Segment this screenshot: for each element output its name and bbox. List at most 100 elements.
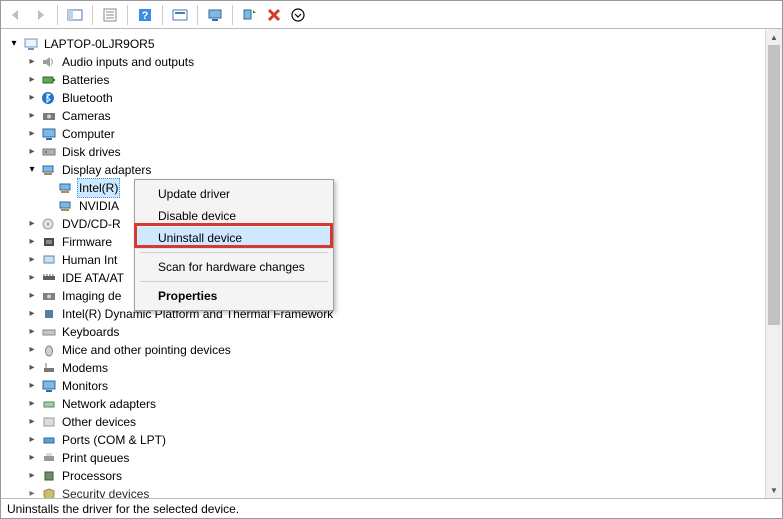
- tree-category[interactable]: ▸ Other devices: [3, 413, 782, 431]
- display-adapter-icon: [40, 162, 58, 178]
- chevron-right-icon[interactable]: ▸: [25, 271, 39, 285]
- scroll-up-icon[interactable]: ▲: [766, 29, 782, 45]
- tree-category[interactable]: ▸ Network adapters: [3, 395, 782, 413]
- bluetooth-icon: [40, 90, 58, 106]
- chevron-right-icon[interactable]: ▸: [25, 397, 39, 411]
- category-label: Network adapters: [60, 395, 158, 413]
- tree-category[interactable]: ▸ Batteries: [3, 71, 782, 89]
- chevron-right-icon[interactable]: ▸: [25, 379, 39, 393]
- remove-icon: [266, 7, 282, 23]
- remove-button[interactable]: [263, 4, 285, 26]
- tree-category[interactable]: ▸ Human Int: [3, 251, 782, 269]
- chevron-down-icon[interactable]: ▾: [25, 163, 39, 177]
- mouse-icon: [40, 342, 58, 358]
- tree-category-display-adapters[interactable]: ▾ Display adapters: [3, 161, 782, 179]
- category-label: Computer: [60, 125, 117, 143]
- ide-icon: [40, 270, 58, 286]
- tree-category[interactable]: ▸ IDE ATA/AT: [3, 269, 782, 287]
- chevron-right-icon[interactable]: ▸: [25, 415, 39, 429]
- tree-category[interactable]: ▸ Computer: [3, 125, 782, 143]
- ctx-uninstall-device[interactable]: Uninstall device: [136, 227, 332, 249]
- tree-category[interactable]: ▸ Intel(R) Dynamic Platform and Thermal …: [3, 305, 782, 323]
- port-icon: [40, 432, 58, 448]
- chevron-right-icon[interactable]: ▸: [25, 109, 39, 123]
- action-icon: [172, 7, 188, 23]
- category-label: Print queues: [60, 449, 131, 467]
- chevron-right-icon[interactable]: ▸: [25, 289, 39, 303]
- chevron-right-icon[interactable]: ▸: [25, 73, 39, 87]
- properties-button[interactable]: [99, 4, 121, 26]
- toggle-button[interactable]: [287, 4, 309, 26]
- scroll-down-icon[interactable]: ▼: [766, 482, 782, 498]
- chevron-right-icon[interactable]: ▸: [25, 325, 39, 339]
- toolbar-separator: [57, 5, 58, 25]
- chevron-right-icon[interactable]: ▸: [25, 451, 39, 465]
- ctx-separator: [140, 252, 328, 253]
- tree-category[interactable]: ▸ Cameras: [3, 107, 782, 125]
- chevron-right-icon[interactable]: ▸: [25, 487, 39, 498]
- monitor-icon: [40, 126, 58, 142]
- keyboard-icon: [40, 324, 58, 340]
- security-icon: [40, 486, 58, 498]
- tree-category[interactable]: ▸ Processors: [3, 467, 782, 485]
- tree-category[interactable]: ▸ Firmware: [3, 233, 782, 251]
- chevron-right-icon[interactable]: ▸: [25, 343, 39, 357]
- forward-button[interactable]: [29, 4, 51, 26]
- chevron-right-icon[interactable]: ▸: [25, 307, 39, 321]
- device-tree-pane: ▾ LAPTOP-0LJR9OR5 ▸ Audio inputs and out…: [1, 29, 782, 498]
- chevron-right-icon[interactable]: ▸: [25, 469, 39, 483]
- ctx-disable-device[interactable]: Disable device: [136, 205, 332, 227]
- tree-category[interactable]: ▸ Audio inputs and outputs: [3, 53, 782, 71]
- tree-category[interactable]: ▸ Ports (COM & LPT): [3, 431, 782, 449]
- category-label: Batteries: [60, 71, 111, 89]
- chevron-right-icon[interactable]: ▸: [25, 217, 39, 231]
- show-hide-tree-button[interactable]: [64, 4, 86, 26]
- remote-button[interactable]: [204, 4, 226, 26]
- category-label: Disk drives: [60, 143, 123, 161]
- toolbar-separator: [162, 5, 163, 25]
- tree-category[interactable]: ▸ Bluetooth: [3, 89, 782, 107]
- category-label: Cameras: [60, 107, 113, 125]
- chevron-right-icon[interactable]: ▸: [25, 433, 39, 447]
- other-icon: [40, 414, 58, 430]
- tree-category[interactable]: ▸ Mice and other pointing devices: [3, 341, 782, 359]
- category-label: Ports (COM & LPT): [60, 431, 168, 449]
- chevron-right-icon[interactable]: ▸: [25, 91, 39, 105]
- tree-category[interactable]: ▸ Disk drives: [3, 143, 782, 161]
- chevron-right-icon[interactable]: ▸: [25, 361, 39, 375]
- chevron-right-icon[interactable]: ▸: [25, 127, 39, 141]
- tree-device-intel[interactable]: Intel(R): [3, 179, 782, 197]
- tree-category[interactable]: ▸ Modems: [3, 359, 782, 377]
- root-label: LAPTOP-0LJR9OR5: [42, 35, 157, 53]
- printer-icon: [40, 450, 58, 466]
- firmware-icon: [40, 234, 58, 250]
- tree-category[interactable]: ▸ Imaging de: [3, 287, 782, 305]
- toolbar-separator: [232, 5, 233, 25]
- chevron-down-icon[interactable]: ▾: [7, 37, 21, 51]
- back-button[interactable]: [5, 4, 27, 26]
- ctx-update-driver[interactable]: Update driver: [136, 183, 332, 205]
- tree-root[interactable]: ▾ LAPTOP-0LJR9OR5: [3, 35, 782, 53]
- scan-button[interactable]: [239, 4, 261, 26]
- chevron-right-icon[interactable]: ▸: [25, 145, 39, 159]
- chevron-right-icon[interactable]: ▸: [25, 235, 39, 249]
- tree-category[interactable]: ▸ Print queues: [3, 449, 782, 467]
- tree-category[interactable]: ▸ DVD/CD-R: [3, 215, 782, 233]
- toolbar-separator: [197, 5, 198, 25]
- cpu-icon: [40, 468, 58, 484]
- chevron-right-icon[interactable]: ▸: [25, 55, 39, 69]
- modem-icon: [40, 360, 58, 376]
- scrollbar-thumb[interactable]: [768, 45, 780, 325]
- ctx-properties[interactable]: Properties: [136, 285, 332, 307]
- ctx-item-label: Properties: [158, 289, 217, 303]
- tree-category[interactable]: ▸ Keyboards: [3, 323, 782, 341]
- ctx-scan-hardware[interactable]: Scan for hardware changes: [136, 256, 332, 278]
- tree-category[interactable]: ▸ Monitors: [3, 377, 782, 395]
- vertical-scrollbar[interactable]: ▲ ▼: [765, 29, 782, 498]
- tree-device-nvidia[interactable]: NVIDIA: [3, 197, 782, 215]
- help-button[interactable]: ?: [134, 4, 156, 26]
- action-button[interactable]: [169, 4, 191, 26]
- chevron-right-icon[interactable]: ▸: [25, 253, 39, 267]
- chip-icon: [40, 306, 58, 322]
- tree-category[interactable]: ▸ Security devices: [3, 485, 782, 498]
